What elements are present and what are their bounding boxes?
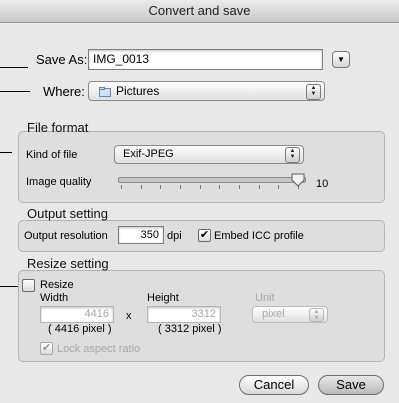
slider-tick <box>219 185 221 189</box>
file-format-group <box>18 131 385 203</box>
embed-icc-label: Embed ICC profile <box>214 230 304 242</box>
lock-aspect-checkbox[interactable]: ✔ <box>40 342 53 355</box>
width-pixel-label: ( 4416 pixel ) <box>48 323 112 335</box>
save-as-field[interactable]: IMG_0013 <box>88 49 323 70</box>
height-field[interactable]: 3312 <box>147 306 221 323</box>
folder-icon <box>99 86 111 97</box>
slider-tick <box>239 185 240 189</box>
callout-line-where <box>0 91 30 92</box>
output-resolution-label: Output resolution <box>24 230 108 242</box>
slider-tick <box>180 185 181 189</box>
kind-of-file-value: Exif-JPEG <box>123 148 174 160</box>
kind-of-file-popup[interactable]: Exif-JPEG ▲ ▼ <box>114 145 304 164</box>
slider-tick <box>121 185 122 189</box>
callout-line-save-as <box>0 67 28 68</box>
embed-icc-checkbox[interactable]: ✔ <box>198 229 211 242</box>
slider-tick <box>160 185 162 189</box>
output-setting-title: Output setting <box>27 206 108 221</box>
lock-aspect-label: Lock aspect ratio <box>57 343 141 355</box>
image-quality-value: 10 <box>316 178 329 190</box>
window-title: Convert and save <box>148 3 251 18</box>
cancel-label: Cancel <box>253 377 295 392</box>
callout-line-resize <box>0 286 20 287</box>
slider-tick <box>278 185 280 189</box>
unit-value: pixel <box>262 308 285 320</box>
chevron-down-icon: ▼ <box>337 55 345 64</box>
times-label: x <box>126 310 132 322</box>
where-label: Where: <box>43 84 85 99</box>
output-resolution-field[interactable]: 350 <box>118 226 164 244</box>
popup-arrows-icon: ▲ ▼ <box>309 308 324 322</box>
resize-checkbox[interactable] <box>22 279 35 292</box>
output-resolution-value: 350 <box>140 229 159 241</box>
unit-label: Unit <box>255 292 275 304</box>
slider-tick <box>140 185 142 189</box>
callout-line-file-format <box>0 152 12 153</box>
image-quality-slider[interactable] <box>118 177 306 183</box>
popup-arrows-icon: ▲ ▼ <box>306 84 321 100</box>
where-popup[interactable]: Pictures ▲ ▼ <box>88 81 325 101</box>
save-as-label: Save As: <box>36 52 88 67</box>
height-value: 3312 <box>191 308 216 320</box>
width-value: 4416 <box>84 308 109 320</box>
save-as-value: IMG_0013 <box>93 52 150 66</box>
resolution-unit-label: dpi <box>167 230 182 242</box>
cancel-button[interactable]: Cancel <box>239 375 309 395</box>
checkmark-icon: ✔ <box>199 229 210 241</box>
height-label: Height <box>147 292 179 304</box>
where-value: Pictures <box>116 84 160 98</box>
slider-tick <box>199 185 201 189</box>
width-label: Width <box>40 292 69 304</box>
resize-label: Resize <box>40 279 74 291</box>
slider-tick <box>258 185 260 189</box>
image-quality-label: Image quality <box>26 176 92 188</box>
convert-and-save-dialog: Convert and save Save As: IMG_0013 ▼ Whe… <box>0 0 399 403</box>
unit-popup[interactable]: pixel ▲ ▼ <box>252 306 328 323</box>
title-bar: Convert and save <box>0 0 399 23</box>
kind-of-file-label: Kind of file <box>26 149 78 161</box>
save-button[interactable]: Save <box>318 375 384 395</box>
resize-setting-title: Resize setting <box>27 256 109 271</box>
expand-browser-button[interactable]: ▼ <box>332 51 350 68</box>
save-label: Save <box>336 377 366 392</box>
popup-arrows-icon: ▲ ▼ <box>285 147 300 163</box>
width-field[interactable]: 4416 <box>40 306 114 323</box>
checkmark-icon: ✔ <box>41 342 52 354</box>
height-pixel-label: ( 3312 pixel ) <box>158 323 222 335</box>
file-format-title: File format <box>27 120 89 135</box>
